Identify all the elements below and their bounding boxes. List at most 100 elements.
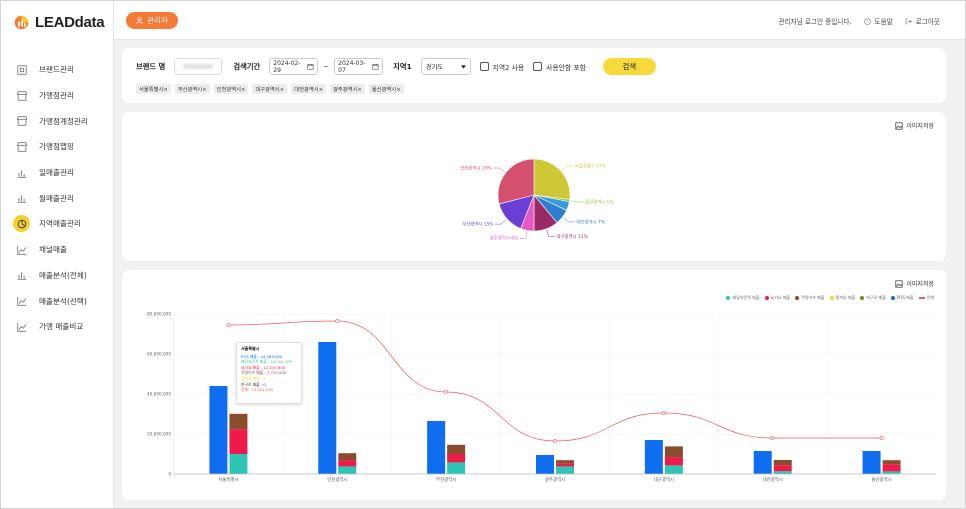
sidebar-item[interactable]: 매출분석(선택)	[13, 288, 111, 314]
region-select[interactable]: 경기도	[420, 58, 471, 75]
line-chart-icon	[13, 241, 30, 258]
region-tag[interactable]: 울산광역시×	[368, 84, 404, 94]
pie-label: 대구광역시 11%	[556, 233, 587, 240]
brand-select[interactable]	[174, 58, 223, 75]
search-button[interactable]: 검색	[602, 58, 656, 75]
logo[interactable]: LEADdata	[13, 14, 105, 31]
region-tag[interactable]: 부산광역시×	[174, 84, 210, 94]
bar-coupang[interactable]	[664, 446, 683, 458]
bar-pos[interactable]	[209, 386, 228, 474]
chart-icon	[13, 164, 30, 181]
bar-baemin[interactable]	[773, 471, 792, 474]
logo-icon	[14, 15, 29, 30]
pie-label: 서울특별시 27%	[575, 162, 606, 169]
total-point[interactable]	[879, 436, 884, 440]
sidebar: LEADdata 브랜드관리가맹점관리 가맹점계정관리 가맹점맵핑일매출관리월매출관…	[1, 1, 114, 508]
bar-baemin[interactable]	[664, 465, 683, 474]
pie-label: 대전광역시 7%	[576, 218, 605, 225]
include-unused-label: 사용안함 포함	[546, 63, 586, 72]
chevron-down-icon	[460, 64, 466, 69]
sidebar-item-label: 브랜드관리	[39, 65, 74, 75]
total-point[interactable]	[553, 439, 557, 443]
x-tick-label: 광주광역시	[545, 476, 565, 483]
sidebar-item[interactable]: 지역매출관리	[13, 211, 111, 237]
sidebar-item[interactable]: 브랜드관리	[13, 57, 111, 83]
sidebar-item[interactable]: 월매출관리	[13, 185, 111, 211]
calendar-icon	[307, 63, 314, 70]
tooltip-title: 서울특별시	[241, 346, 260, 351]
bar-yogiyo[interactable]	[773, 465, 792, 472]
bar-baemin[interactable]	[338, 466, 357, 474]
bar-yogiyo[interactable]	[556, 463, 574, 467]
help-link[interactable]: ? 도움말	[863, 16, 893, 26]
pie-label-line	[570, 200, 584, 203]
sidebar-item[interactable]: 가맹점계정관리	[13, 108, 111, 134]
total-point[interactable]	[335, 319, 340, 323]
pie-chart-icon	[13, 215, 30, 233]
bar-baemin[interactable]	[229, 454, 248, 474]
region-tags: 서울특별시× 부산광역시× 인천광역시× 대구광역시× 대전광역시× 광주광역시× 울산광역…	[136, 84, 404, 94]
pie-label-line	[546, 229, 555, 237]
bar-baemin[interactable]	[882, 471, 901, 474]
region-tag[interactable]: 대구광역시×	[252, 84, 288, 94]
user-icon	[136, 17, 143, 24]
bar-coupang[interactable]	[882, 460, 901, 465]
bar-coupang[interactable]	[338, 453, 357, 461]
region-tag[interactable]: 서울특별시×	[136, 84, 171, 94]
sidebar-item[interactable]: 가맹점관리	[13, 83, 111, 109]
bar-pos[interactable]	[753, 451, 772, 474]
pie-label: 인천광역시 29%	[460, 165, 491, 172]
total-point[interactable]	[661, 411, 666, 415]
sidebar-item[interactable]: 가맹 매출비교	[13, 314, 111, 340]
pie-slice[interactable]	[533, 158, 571, 200]
line-chart-icon	[13, 318, 30, 335]
shop-icon	[13, 113, 30, 130]
period-label: 검색기간	[233, 61, 261, 71]
sidebar-item[interactable]: 가맹점맵핑	[13, 134, 111, 160]
bar-pos[interactable]	[862, 451, 881, 474]
bar-baemin[interactable]	[447, 462, 466, 474]
sidebar-item[interactable]: 일매출관리	[13, 160, 111, 186]
bar-coupang[interactable]	[773, 460, 792, 466]
bar-pos[interactable]	[427, 421, 446, 474]
store-icon	[13, 61, 30, 78]
bar-yogiyo[interactable]	[447, 454, 466, 463]
total-point[interactable]	[444, 390, 449, 394]
bar-yogiyo[interactable]	[338, 460, 357, 467]
bar-baemin[interactable]	[556, 466, 574, 474]
region-tag[interactable]: 광주광역시×	[330, 84, 365, 94]
bar-coupang[interactable]	[556, 460, 574, 464]
total-point[interactable]	[226, 323, 231, 327]
bar-chart-card: 이미지저장 배달의민족 매출 요기요 매출 쿠팡이츠 매출 땡겨요 매출 마구로 매출 P…	[122, 270, 946, 500]
region-tag[interactable]: 대전광역시×	[291, 84, 327, 94]
bar-yogiyo[interactable]	[882, 464, 901, 472]
region2-label: 지역2 사용	[492, 63, 525, 72]
bar-coupang[interactable]	[447, 444, 466, 454]
logout-link[interactable]: 로그아웃	[905, 16, 940, 26]
bar-yogiyo[interactable]	[229, 429, 248, 454]
include-unused-checkbox[interactable]: 사용안함 포함	[533, 62, 586, 72]
region-tag[interactable]: 인천광역시×	[213, 84, 249, 94]
date-from-input[interactable]: 2024-02-29	[269, 58, 319, 75]
sidebar-item-label: 지역매출관리	[39, 219, 81, 229]
bar-yogiyo[interactable]	[664, 457, 683, 466]
filter-panel: 브랜드 명 검색기간 2024-02-29 ~ 2024-03-07 지역1 경…	[122, 48, 946, 103]
svg-text:?: ?	[866, 19, 868, 24]
sidebar-item-label: 월매출관리	[39, 193, 74, 203]
x-tick-label: 서울특별시	[218, 476, 238, 483]
chart-icon	[13, 190, 30, 207]
bar-pos[interactable]	[318, 342, 337, 474]
bar-pos[interactable]	[644, 440, 663, 474]
bar-pos[interactable]	[536, 455, 554, 474]
date-to-input[interactable]: 2024-03-07	[334, 58, 384, 75]
sidebar-item[interactable]: 매출분석(전체)	[13, 263, 111, 289]
role-button[interactable]: 관리자	[126, 12, 178, 29]
checkbox-box	[479, 62, 489, 71]
sidebar-item[interactable]: 채널매출	[13, 237, 111, 263]
sidebar-item-label: 채널매출	[39, 245, 67, 255]
bar-coupang[interactable]	[229, 413, 248, 430]
sidebar-item-label: 일매출관리	[39, 168, 74, 178]
region2-checkbox[interactable]: 지역2 사용	[479, 62, 525, 72]
date-separator: ~	[323, 62, 330, 71]
total-point[interactable]	[770, 436, 775, 440]
